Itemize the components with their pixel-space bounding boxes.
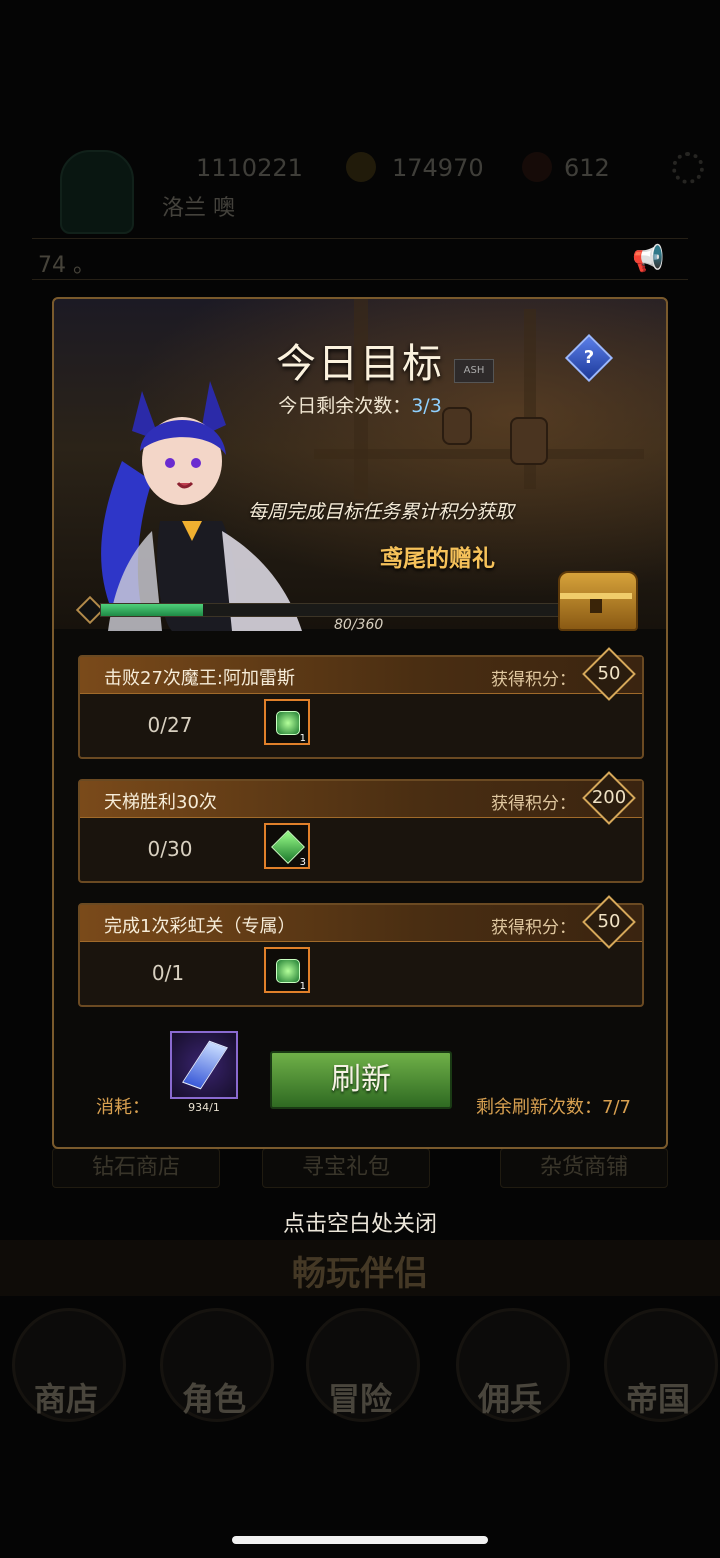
nav-empire-label: 帝国 bbox=[625, 1380, 690, 1418]
task-progress: 0/1 bbox=[151, 961, 185, 985]
reward-quantity: 3 bbox=[299, 857, 306, 868]
task-progress: 0/30 bbox=[147, 837, 193, 861]
nav-mercenary-label: 佣兵 bbox=[477, 1380, 542, 1418]
announcement-speaker-icon[interactable]: 📢 bbox=[632, 244, 664, 274]
tab-grocery: 杂货商铺 bbox=[500, 1148, 668, 1188]
tab-diamond-shop: 钻石商店 bbox=[52, 1148, 220, 1188]
treasure-chest-icon[interactable] bbox=[558, 571, 638, 631]
green-gem-icon bbox=[276, 959, 300, 983]
task-header: 击败27次魔王:阿加雷斯 获得积分： 50 bbox=[80, 647, 642, 701]
task-points-value: 50 bbox=[597, 663, 621, 684]
wooden-rail bbox=[314, 449, 644, 459]
cost-label: 消耗： bbox=[96, 1097, 150, 1118]
progress-track bbox=[100, 603, 562, 617]
refresh-button[interactable]: 刷新 bbox=[270, 1051, 452, 1109]
reward-quantity: 1 bbox=[299, 733, 306, 744]
task-reward-slot[interactable]: 3 bbox=[264, 823, 310, 869]
blue-crystal-icon bbox=[182, 1040, 228, 1090]
nav-adventure-label: 冒险 bbox=[327, 1380, 392, 1418]
task-header: 完成1次彩虹关（专属） 获得积分： 50 bbox=[80, 895, 642, 949]
companion-banner-text: 畅玩伴侣 bbox=[292, 1254, 428, 1294]
energy-icon bbox=[522, 152, 552, 182]
player-avatar bbox=[60, 150, 134, 234]
task-reward-slot[interactable]: 1 bbox=[264, 947, 310, 993]
remaining-value: 3/3 bbox=[411, 395, 442, 417]
progress-text: 80/360 bbox=[334, 617, 384, 633]
weekly-points-text: 每周完成目标任务累计积分获取 bbox=[248, 501, 515, 523]
task-points-badge: 50 bbox=[582, 647, 636, 701]
marquee-bar: 74 。 bbox=[32, 238, 688, 280]
task-points-badge: 200 bbox=[582, 771, 636, 825]
task-name: 完成1次彩虹关（专属） bbox=[104, 916, 296, 937]
refresh-remaining-count: 剩余刷新次数：7/7 bbox=[476, 1097, 631, 1118]
gold-coin-icon bbox=[346, 152, 376, 182]
marquee-text: 74 。 bbox=[38, 253, 95, 278]
progress-fill bbox=[101, 604, 204, 616]
task-reward-slot[interactable]: 1 bbox=[264, 699, 310, 745]
task-points-label: 获得积分： bbox=[491, 794, 576, 814]
remaining-attempts: 今日剩余次数：3/3 bbox=[54, 391, 666, 418]
tap-to-close-hint[interactable]: 点击空白处关闭 bbox=[0, 1206, 720, 1238]
resource-gold: 174970 bbox=[392, 154, 484, 182]
barrel bbox=[510, 417, 548, 465]
task-header: 天梯胜利30次 获得积分： 200 bbox=[80, 771, 642, 825]
remaining-label: 今日剩余次数： bbox=[278, 395, 412, 417]
points-progress-bar bbox=[75, 595, 562, 625]
task-points-value: 50 bbox=[597, 911, 621, 932]
task-card: 击败27次魔王:阿加雷斯 获得积分： 50 0/27 1 bbox=[78, 647, 644, 759]
nav-character-label: 角色 bbox=[181, 1380, 246, 1418]
resource-power: 1110221 bbox=[196, 154, 303, 182]
task-card: 天梯胜利30次 获得积分： 200 0/30 3 bbox=[78, 771, 644, 883]
task-points-value: 200 bbox=[591, 787, 627, 808]
cost-item-slot[interactable] bbox=[170, 1031, 238, 1099]
tab-treasure-pack: 寻宝礼包 bbox=[262, 1148, 430, 1188]
gift-title: 鸢尾的赠礼 bbox=[380, 546, 495, 572]
player-name: 洛兰 噢 bbox=[162, 196, 235, 221]
task-points-label: 获得积分： bbox=[491, 670, 576, 690]
nav-shop-label: 商店 bbox=[33, 1380, 98, 1418]
task-points-badge: 50 bbox=[582, 895, 636, 949]
daily-goals-modal: ASH 今日目标 ? 今日剩余次数：3/3 每周完成目标任务累计积分获取 鸢尾的… bbox=[52, 297, 668, 1149]
header-artwork: ASH 今日目标 ? 今日剩余次数：3/3 每周完成目标任务累计积分获取 鸢尾的… bbox=[54, 299, 666, 633]
settings-gear-icon bbox=[672, 152, 704, 184]
task-card: 完成1次彩虹关（专属） 获得积分： 50 0/1 1 bbox=[78, 895, 644, 1007]
task-name: 击败27次魔王:阿加雷斯 bbox=[104, 668, 295, 689]
green-gem-icon bbox=[276, 711, 300, 735]
task-name: 天梯胜利30次 bbox=[104, 792, 217, 813]
cost-quantity: 934/1 bbox=[188, 1101, 220, 1114]
task-progress: 0/27 bbox=[147, 713, 193, 737]
task-points-label: 获得积分： bbox=[491, 918, 576, 938]
resource-energy: 612 bbox=[564, 154, 610, 182]
home-indicator[interactable] bbox=[232, 1536, 488, 1544]
reward-quantity: 1 bbox=[299, 981, 306, 992]
